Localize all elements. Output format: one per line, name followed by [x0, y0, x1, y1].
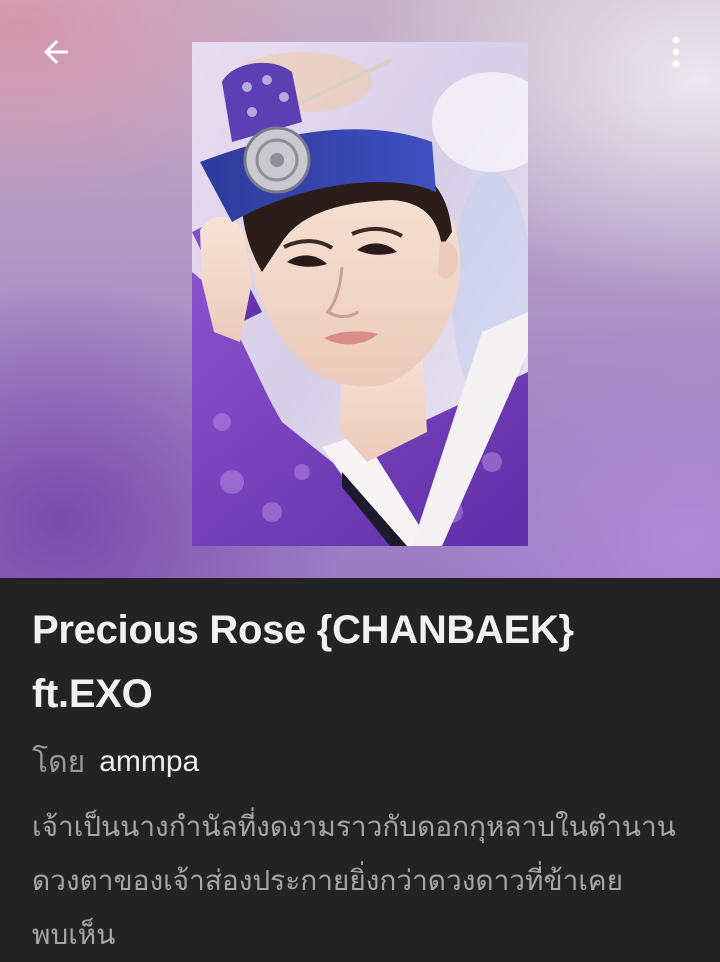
author-row: โดย ammpa	[32, 742, 199, 782]
book-cover-image[interactable]	[192, 42, 528, 546]
portrait-illustration	[192, 42, 528, 546]
more-options-button[interactable]	[656, 30, 696, 74]
arrow-left-icon	[44, 40, 68, 64]
more-vertical-icon	[672, 36, 680, 68]
author-prefix: โดย	[32, 745, 86, 779]
cover-hero	[0, 0, 720, 578]
story-title: Precious Rose {CHANBAEK} ft.EXO	[32, 608, 574, 716]
story-synopsis: เจ้าเป็นนางกำนัลที่งดงามราวกับดอกกุหลาบใ…	[32, 811, 676, 950]
back-button[interactable]	[36, 32, 76, 72]
story-info-panel: Precious Rose {CHANBAEK} ft.EXO โดย ammp…	[0, 578, 720, 957]
author-name-link[interactable]: ammpa	[99, 745, 199, 779]
